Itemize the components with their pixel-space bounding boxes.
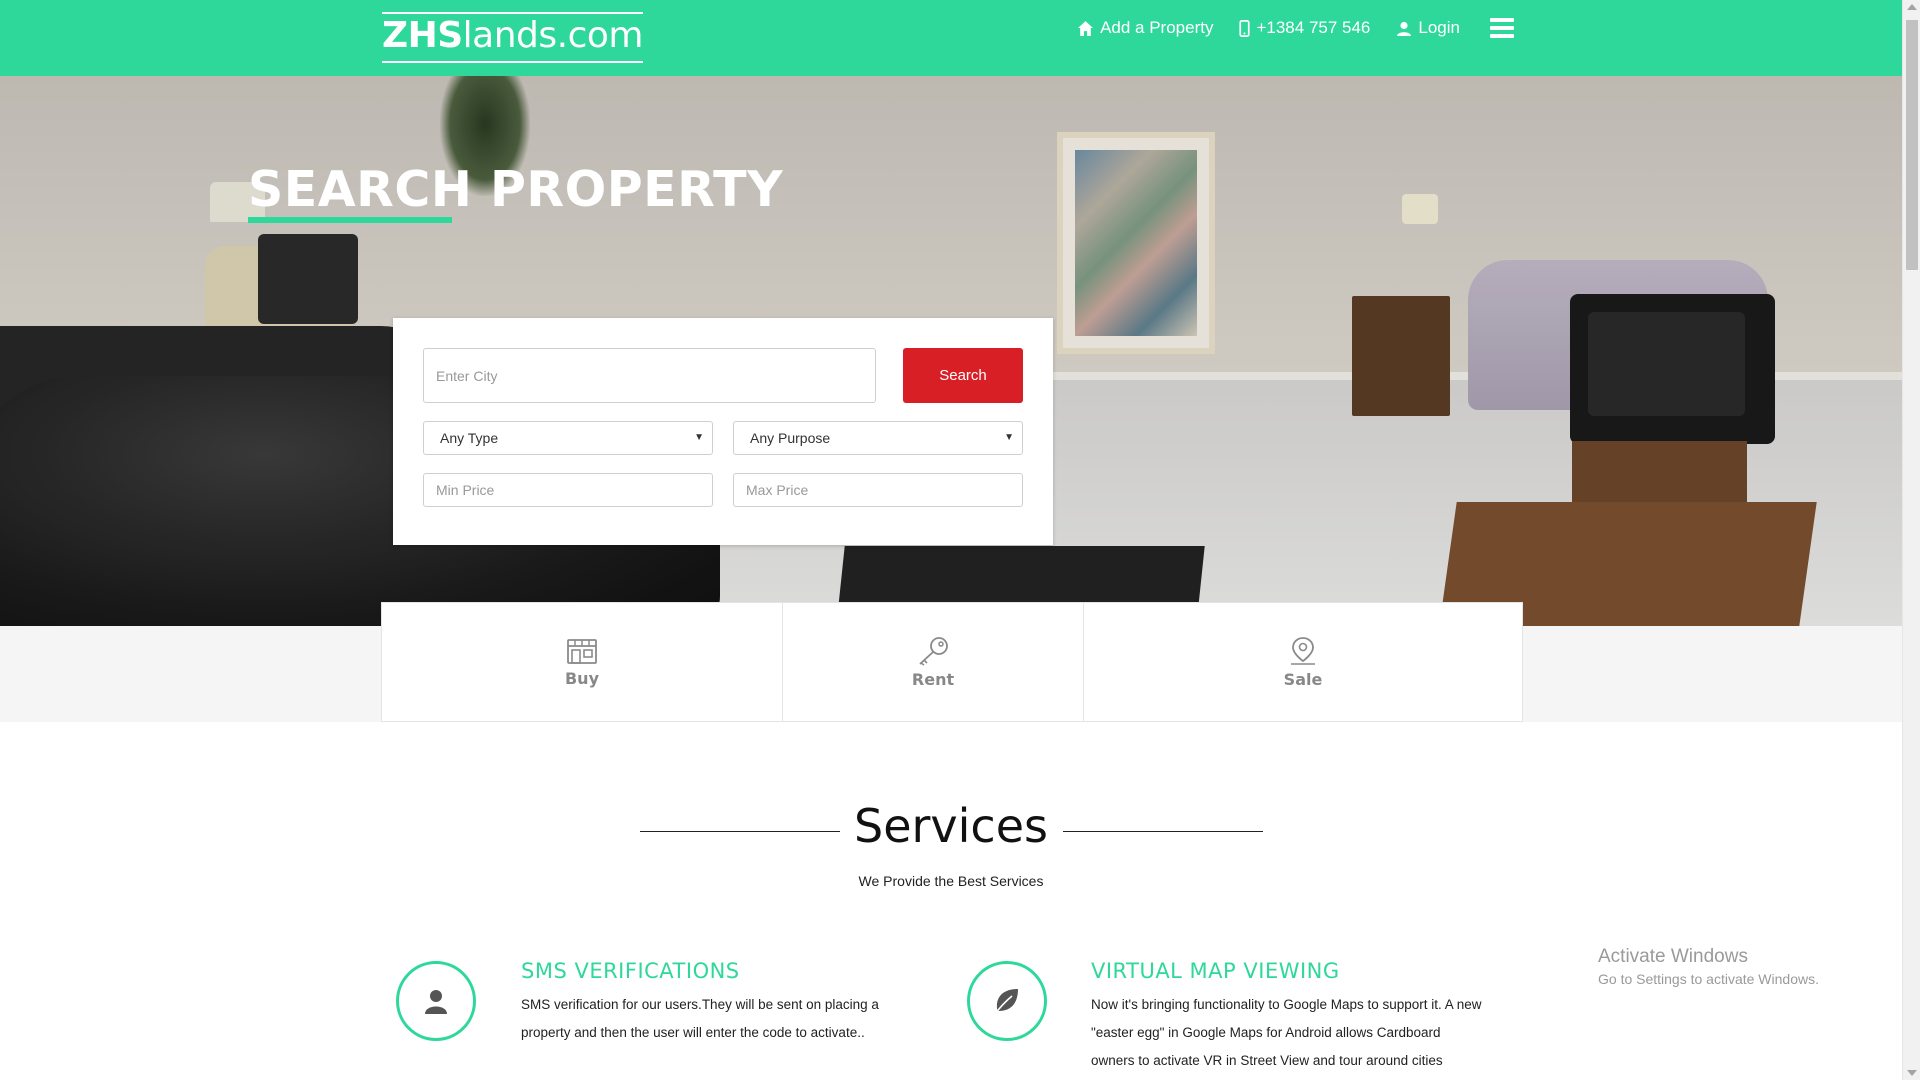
services-heading: Services — [854, 799, 1048, 853]
home-icon — [1078, 20, 1093, 36]
dropdown-arrow-icon: ▼ — [1004, 432, 1014, 443]
phone-number: +1384 757 546 — [1256, 18, 1371, 37]
services-subtitle: We Provide the Best Services — [858, 873, 1044, 889]
key-icon — [919, 636, 948, 666]
category-rent[interactable]: Rent — [782, 603, 1083, 721]
header-nav: Add a Property +1384 757 546 Login — [1077, 18, 1514, 38]
hero-title: SEARCH PROPERTY — [248, 161, 784, 218]
login-label: Login — [1418, 18, 1460, 37]
scroll-down-arrow-icon[interactable] — [1907, 1070, 1917, 1076]
search-form: Search Any Type ▼ Any Purpose ▼ — [393, 318, 1053, 545]
user-icon — [425, 990, 447, 1014]
category-tabs: Buy Rent Sale — [381, 602, 1523, 722]
map-service-text-3: owners to activate VR in Street View and… — [1091, 1053, 1443, 1068]
windows-activation-watermark: Activate Windows Go to Settings to activ… — [1598, 946, 1819, 987]
max-price-input[interactable] — [733, 473, 1023, 507]
storefront-icon — [567, 638, 597, 664]
category-sale[interactable]: Sale — [1083, 603, 1522, 721]
sms-service-title: SMS VERIFICATIONS — [521, 959, 740, 983]
phone-link[interactable]: +1384 757 546 — [1239, 18, 1370, 38]
scrollbar-thumb[interactable] — [1906, 20, 1918, 270]
purpose-select[interactable]: Any Purpose ▼ — [733, 421, 1023, 455]
page: ZHSlands.com Add a Property +1384 757 54… — [0, 0, 1920, 1080]
map-service-text-1: Now it's bringing functionality to Googl… — [1091, 997, 1482, 1012]
hamburger-menu-icon[interactable] — [1490, 18, 1514, 38]
map-service-icon-circle — [967, 961, 1047, 1041]
hero-banner: SEARCH PROPERTY Search Any Type ▼ Any Pu… — [0, 76, 1902, 626]
category-rent-label: Rent — [911, 669, 955, 689]
sms-service-text-2: property and then the user will enter th… — [521, 1025, 865, 1040]
type-select[interactable]: Any Type ▼ — [423, 421, 713, 455]
logo-rest: lands.com — [462, 15, 644, 56]
site-logo[interactable]: ZHSlands.com — [382, 12, 644, 63]
dropdown-arrow-icon: ▼ — [694, 432, 704, 443]
map-service-text-2: "easter egg" in Google Maps for Android … — [1091, 1025, 1441, 1040]
sms-service-text-1: SMS verification for our users.They will… — [521, 997, 879, 1012]
leaf-icon — [994, 989, 1018, 1015]
hero-title-underline — [248, 217, 452, 223]
category-buy[interactable]: Buy — [382, 603, 782, 721]
top-navbar: ZHSlands.com Add a Property +1384 757 54… — [0, 0, 1902, 76]
map-pin-icon — [1291, 636, 1315, 665]
user-icon — [1397, 21, 1412, 36]
sms-service-icon-circle — [396, 961, 476, 1041]
services-divider-right — [1063, 831, 1263, 832]
add-property-label: Add a Property — [1100, 18, 1214, 37]
add-property-link[interactable]: Add a Property — [1077, 18, 1213, 38]
scroll-up-arrow-icon[interactable] — [1907, 4, 1917, 10]
category-buy-label: Buy — [564, 668, 599, 688]
category-sale-label: Sale — [1283, 669, 1323, 689]
map-service-title: VIRTUAL MAP VIEWING — [1091, 959, 1340, 983]
search-button[interactable]: Search — [903, 348, 1023, 403]
city-input[interactable] — [423, 348, 876, 403]
mobile-phone-icon — [1239, 19, 1251, 37]
min-price-input[interactable] — [423, 473, 713, 507]
vertical-scrollbar[interactable] — [1902, 0, 1920, 1080]
login-link[interactable]: Login — [1396, 18, 1460, 38]
logo-bold: ZHS — [382, 15, 463, 56]
